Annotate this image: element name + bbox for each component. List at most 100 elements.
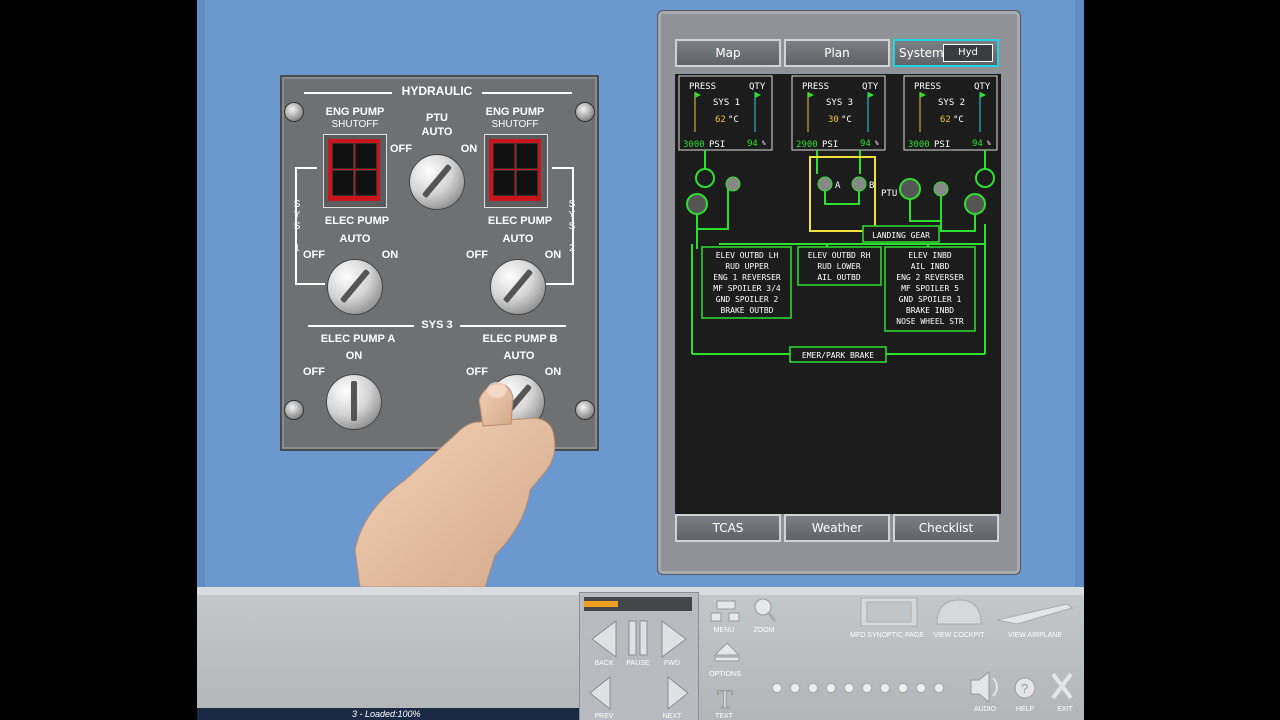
elec-pump-2-knob[interactable] [490, 259, 546, 315]
svg-text:AIL INBD: AIL INBD [911, 262, 950, 271]
svg-text:MF SPOILER 3/4: MF SPOILER 3/4 [713, 284, 781, 293]
screw [284, 102, 304, 122]
menu-button[interactable]: MENU [707, 627, 741, 634]
hydraulic-synoptic-diagram: PRESS QTY SYS 1 62 °C 3000 PSI 94 % PRES… [678, 75, 998, 363]
training-app: HYDRAULIC ENG PUMP SHUTOFF PTU AUTO OFF … [197, 0, 1084, 720]
elec-pump-1-on-label: ON [381, 249, 399, 261]
sys-3-gauge: PRESS QTY SYS 3 30 °C 2900 PSI 94 % [791, 75, 886, 151]
pause-icon [628, 620, 637, 656]
svg-text:ELEV OUTBD LH: ELEV OUTBD LH [716, 251, 779, 260]
qty-unit: % [762, 140, 766, 147]
next-button[interactable]: NEXT [654, 713, 690, 720]
zoom-button[interactable]: ZOOM [747, 627, 781, 634]
qty-unit: % [875, 140, 879, 147]
press-label: PRESS [914, 82, 941, 92]
fwd-icon [661, 620, 687, 658]
text-button[interactable]: TEXT [707, 713, 741, 720]
sys-name: SYS 3 [826, 98, 853, 108]
svg-text:BRAKE OUTBD: BRAKE OUTBD [721, 306, 774, 315]
elec-pump-a-off-label: OFF [303, 366, 325, 378]
elec-pump-1-off-label: OFF [303, 249, 325, 261]
elec-pump-1-auto-label: AUTO [339, 233, 371, 245]
lesson-stage: HYDRAULIC ENG PUMP SHUTOFF PTU AUTO OFF … [205, 0, 1075, 587]
options-icon [713, 642, 741, 656]
qty-value: 94 [860, 139, 871, 149]
progress-track [584, 597, 692, 611]
page-dot[interactable] [845, 684, 853, 692]
svg-text:?: ? [1021, 681, 1028, 696]
eng-pump-1-shutoff-label: SHUTOFF [331, 119, 379, 130]
ptu-label: PTU [881, 189, 897, 199]
sys-3-highlight-box [809, 156, 876, 232]
hand-pointer-image [354, 382, 556, 587]
progress-fill [584, 601, 618, 607]
view-airplane-button[interactable]: VIEW AIRPLANE [997, 632, 1073, 639]
mfd-synoptic-page-button[interactable]: MFD SYNOPTIC PAGE [847, 632, 927, 639]
page-dot[interactable] [917, 684, 925, 692]
cockpit-icon [936, 599, 982, 625]
eng-pump-1-label: ENG PUMP [325, 106, 385, 118]
exit-icon [1051, 672, 1073, 700]
eng-pump-2-shutoff-switch[interactable] [484, 134, 548, 208]
elec-pump-2-auto-label: AUTO [502, 233, 534, 245]
eng-pump-1-icon [686, 193, 708, 215]
help-button[interactable]: HELP [1007, 706, 1043, 713]
status-bar: 3 - Loaded:100% [197, 708, 579, 720]
exit-button[interactable]: EXIT [1047, 706, 1083, 713]
hyd-page-tab[interactable]: Hyd [943, 44, 993, 62]
elec-pump-1-knob[interactable] [327, 259, 383, 315]
psi-unit: PSI [822, 140, 838, 150]
page-dot[interactable] [827, 684, 835, 692]
prev-icon [589, 675, 611, 711]
fwd-button[interactable]: FWD [654, 660, 690, 667]
options-button[interactable]: OPTIONS [703, 671, 747, 678]
ptu-auto-label: AUTO [421, 126, 453, 138]
pump-b-label: B [869, 181, 874, 191]
weather-button[interactable]: Weather [784, 514, 890, 542]
page-dot[interactable] [881, 684, 889, 692]
page-dot[interactable] [809, 684, 817, 692]
pause-button[interactable]: PAUSE [620, 660, 656, 667]
page-dot[interactable] [773, 684, 781, 692]
page-dot[interactable] [863, 684, 871, 692]
psi-value: 2900 [796, 140, 818, 150]
page-dot[interactable] [935, 684, 943, 692]
ptu-selector-knob[interactable] [409, 154, 465, 210]
checklist-button[interactable]: Checklist [893, 514, 999, 542]
temp-unit: °C [841, 115, 852, 125]
svg-text:NOSE WHEEL STR: NOSE WHEEL STR [896, 317, 964, 326]
plan-button[interactable]: Plan [784, 39, 890, 67]
elec-pump-a-icon [817, 176, 833, 192]
audio-icon [970, 670, 990, 704]
mfd-display-unit: Map Plan Systems Hyd PRESS QTY SYS 1 62 … [657, 10, 1021, 575]
pump-2-indicator [975, 168, 995, 188]
hydraulic-synoptic-screen: PRESS QTY SYS 1 62 °C 3000 PSI 94 % PRES… [675, 74, 1001, 514]
svg-text:ELEV INBD: ELEV INBD [908, 251, 952, 260]
back-icon [591, 620, 617, 658]
tcas-button[interactable]: TCAS [675, 514, 781, 542]
psi-value: 3000 [683, 140, 705, 150]
elec-pump-a-label: ELEC PUMP A [320, 333, 396, 345]
press-label: PRESS [802, 82, 829, 92]
navigation-box: BACK PAUSE FWD PREV NEXT [579, 592, 699, 720]
ptu-label: PTU [426, 112, 448, 124]
prev-button[interactable]: PREV [586, 713, 622, 720]
elec-pump-2-on-label: ON [544, 249, 562, 261]
qty-unit: % [987, 140, 991, 147]
systems-button[interactable]: Systems Hyd [893, 39, 999, 67]
svg-text:RUD LOWER: RUD LOWER [817, 262, 861, 271]
page-dot[interactable] [791, 684, 799, 692]
sys-3-label: SYS 3 [421, 319, 453, 331]
ptu-off-label: OFF [390, 143, 412, 155]
map-button[interactable]: Map [675, 39, 781, 67]
qty-value: 94 [972, 139, 983, 149]
temp-value: 30 [828, 115, 839, 125]
ptu-icon [899, 178, 921, 200]
ptu-on-label: ON [460, 143, 478, 155]
view-cockpit-button[interactable]: VIEW COCKPIT [929, 632, 989, 639]
back-button[interactable]: BACK [586, 660, 622, 667]
page-dot[interactable] [899, 684, 907, 692]
temp-unit: °C [728, 115, 739, 125]
eng-pump-1-shutoff-switch[interactable] [323, 134, 387, 208]
audio-button[interactable]: AUDIO [967, 706, 1003, 713]
